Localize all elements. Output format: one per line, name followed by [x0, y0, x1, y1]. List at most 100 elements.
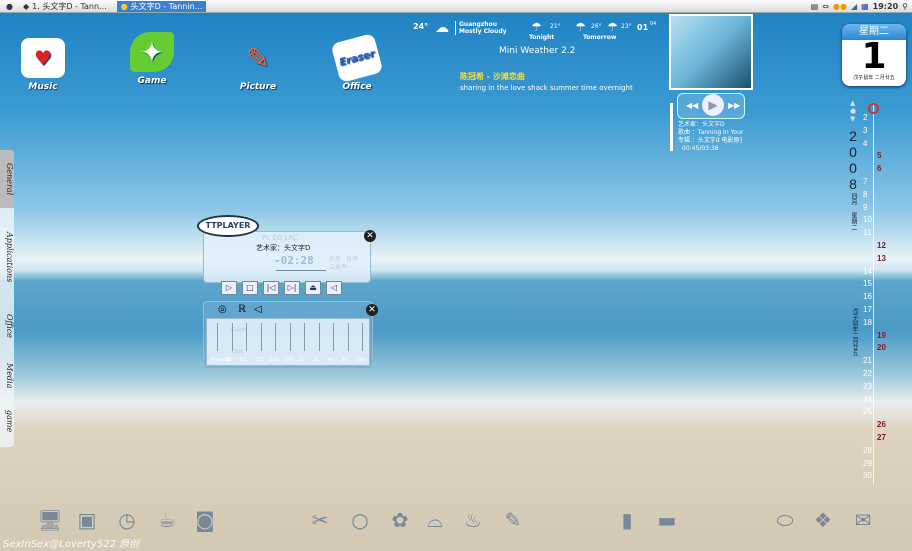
calendar-day[interactable]: 15	[863, 279, 872, 288]
qq-icon[interactable]: ●●	[833, 2, 847, 11]
brush-icon[interactable]: ✎	[498, 505, 528, 535]
calendar-day[interactable]: 29	[863, 459, 872, 468]
next-icon[interactable]: ▷|	[284, 281, 300, 295]
washer-icon[interactable]: ◙	[190, 505, 220, 535]
clock-icon[interactable]: ◷	[112, 505, 142, 535]
calendar-day[interactable]: 17	[863, 305, 872, 314]
calendar-day[interactable]: 13	[877, 254, 886, 263]
sidebar-tab-media[interactable]: Media	[0, 356, 14, 396]
calendar-day[interactable]: 6	[877, 164, 881, 173]
calendar-day[interactable]: 9	[863, 203, 867, 212]
eq-band-slider[interactable]	[347, 323, 349, 351]
reset-icon[interactable]: ℝ	[238, 304, 246, 315]
eq-band-slider[interactable]	[362, 323, 363, 351]
calendar-day[interactable]: 24	[863, 395, 872, 404]
clock[interactable]: 19:20	[873, 2, 898, 11]
play-button[interactable]: ▶	[702, 94, 724, 116]
seek-bar[interactable]	[276, 270, 326, 271]
rice-cooker-icon[interactable]: ☕	[152, 505, 182, 535]
calendar-day[interactable]: 20	[877, 343, 886, 352]
play-icon[interactable]: ▷	[221, 281, 237, 295]
desktop-icon-picture[interactable]: ✎ Picture	[223, 38, 293, 93]
calendar-day[interactable]: 3	[863, 126, 867, 135]
network-icon[interactable]: ⇔	[822, 2, 829, 11]
eq-band-slider[interactable]	[260, 323, 262, 351]
power-strip-icon[interactable]: ▮	[612, 505, 642, 535]
desktop-icon-music[interactable]: ♥ Music	[8, 38, 78, 92]
calendar-day[interactable]: 22	[863, 369, 872, 378]
calendar-widget[interactable]: 星期二 1 戊子鼠年 二月廿五	[842, 24, 906, 86]
calendar-day[interactable]: 14	[863, 267, 872, 276]
calendar-day[interactable]: 5	[877, 151, 881, 160]
calendar-day[interactable]: 2	[863, 113, 867, 122]
volume-slider[interactable]	[670, 103, 673, 151]
eq-band-slider[interactable]	[275, 323, 276, 351]
task-button-1[interactable]: ◆ 1. 头文字D - Tann...	[19, 1, 111, 12]
microwave-icon[interactable]: ▣	[72, 505, 102, 535]
speaker-icon[interactable]: ◁	[254, 304, 262, 315]
panel-tabs[interactable]: PL EQ LRC	[262, 234, 298, 242]
mute-icon[interactable]: ◁	[326, 281, 342, 295]
eq-band-slider[interactable]	[333, 323, 334, 351]
desktop-icon-office[interactable]: Eraser Office	[322, 32, 392, 92]
calendar-day[interactable]: 18	[863, 318, 872, 327]
calendar-day[interactable]: 7	[863, 177, 867, 186]
eject-icon[interactable]: ⏏	[305, 281, 321, 295]
prev-icon[interactable]: ◀◀	[686, 101, 698, 110]
task-label: 头文字D - Tannin...	[130, 1, 203, 11]
calendar-day[interactable]: 8	[863, 190, 867, 199]
calendar-day[interactable]: 28	[863, 446, 872, 455]
calendar-day[interactable]: 23	[863, 382, 872, 391]
calendar-tray-icon[interactable]: ▦	[861, 2, 869, 11]
towel-icon[interactable]: ♨	[458, 505, 488, 535]
monitor-icon[interactable]: 🖥	[35, 505, 65, 535]
eq-band-slider[interactable]	[318, 323, 320, 351]
calendar-nav[interactable]: ▲ ● ▼	[850, 99, 856, 123]
slipper-icon[interactable]: ⌓	[420, 505, 450, 535]
desktop-icon-game[interactable]: ✦ Game	[117, 32, 187, 86]
calendar-day[interactable]: 27	[877, 433, 886, 442]
calendar-day[interactable]: 25	[863, 407, 872, 416]
sidebar-tab-game[interactable]: game	[0, 403, 14, 439]
calendar-day[interactable]: 11	[863, 228, 871, 237]
sidebar-tab-general[interactable]: General	[0, 150, 14, 208]
calendar-day[interactable]: 19	[877, 331, 886, 340]
month-vertical: 四月	[850, 193, 857, 205]
soap-icon[interactable]: ⬭	[770, 505, 800, 535]
sidebar-tab-applications[interactable]: Applications	[0, 222, 14, 292]
eq-close-icon[interactable]: ✕	[366, 304, 378, 316]
calendar-day[interactable]: 26	[877, 420, 886, 429]
widget-title: Mini Weather 2.2	[499, 46, 576, 56]
stop-icon[interactable]: □	[242, 281, 258, 295]
calendar-day[interactable]: 4	[863, 139, 867, 148]
mirror-icon[interactable]: ○	[345, 505, 375, 535]
close-icon[interactable]: ✕	[364, 230, 376, 242]
usb-drive-icon[interactable]: ▬	[652, 505, 682, 535]
calendar-day[interactable]: 16	[863, 292, 872, 301]
battery-icon[interactable]: ▤	[811, 2, 819, 11]
apple-icon[interactable]: ●	[6, 2, 13, 11]
task-button-2[interactable]: ● 头文字D - Tannin...	[116, 0, 207, 12]
state: 暂停	[346, 256, 359, 263]
volume-icon[interactable]: ◢	[851, 2, 857, 11]
calendar-day[interactable]: 21	[863, 356, 872, 365]
eq-band-label: 500	[283, 357, 294, 363]
calendar-day[interactable]: 10	[863, 215, 872, 224]
chat-icon[interactable]: ✉	[848, 505, 878, 535]
flower-icon[interactable]: ✿	[385, 505, 415, 535]
sidebar-tab-office[interactable]: Office	[0, 306, 14, 346]
eq-band-slider[interactable]	[231, 323, 233, 351]
search-icon[interactable]: ⚲	[902, 2, 908, 11]
power-icon[interactable]: ◎	[218, 304, 227, 315]
calendar-day[interactable]: 12	[877, 241, 886, 250]
tissue-icon[interactable]: ❖	[808, 505, 838, 535]
calendar-day[interactable]: 30	[863, 471, 872, 480]
previous-icon[interactable]: |◁	[263, 281, 279, 295]
tape-icon[interactable]: ✂	[305, 505, 335, 535]
eq-band-slider[interactable]	[289, 323, 291, 351]
eq-band-slider[interactable]	[217, 323, 218, 351]
eq-band-slider[interactable]	[304, 323, 305, 351]
cloud-icon: ☁	[435, 20, 449, 36]
next-icon[interactable]: ▶▶	[728, 101, 740, 110]
eq-band-slider[interactable]	[246, 323, 247, 351]
